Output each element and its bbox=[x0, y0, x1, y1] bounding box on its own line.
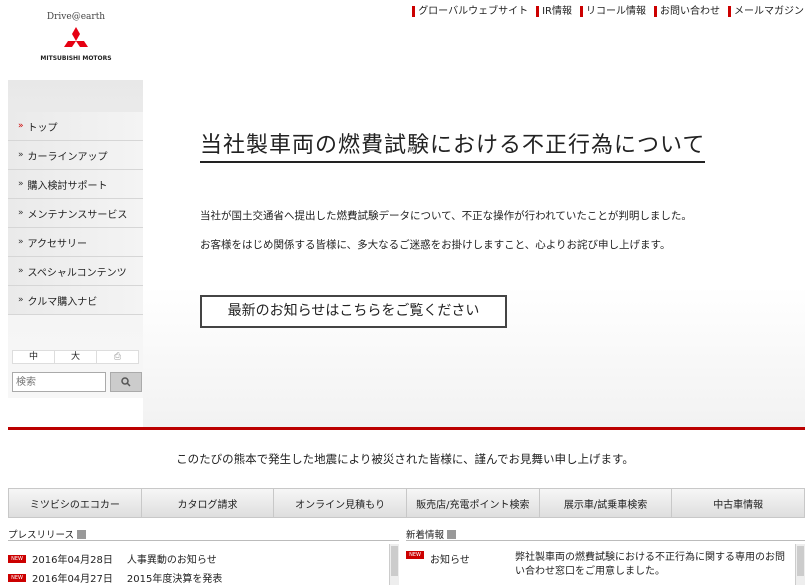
font-size-large-button[interactable]: 大 bbox=[55, 351, 97, 363]
chevron-right-icon: » bbox=[18, 150, 24, 160]
announcement-text-1: 当社が国土交通省へ提出した燃費試験データについて、不正な操作が行われていたことが… bbox=[200, 210, 692, 222]
topnav-ir[interactable]: IR情報 bbox=[536, 6, 572, 17]
sidebar-item-label: カーラインアップ bbox=[27, 151, 108, 163]
sidebar-item-lineup[interactable]: » カーラインアップ bbox=[8, 141, 143, 170]
press-date: 2016年04月27日 bbox=[32, 574, 113, 585]
three-diamonds-icon bbox=[64, 27, 88, 47]
tab-online-estimate[interactable]: オンライン見積もり bbox=[274, 489, 408, 517]
sidebar-item-top[interactable]: » トップ bbox=[8, 112, 143, 141]
news-row[interactable]: NEW お知らせ 弊社製車両の燃費試験における不正行為に関する専用のお問い合わせ… bbox=[406, 551, 785, 579]
sidebar-item-label: スペシャルコンテンツ bbox=[27, 267, 127, 279]
chevron-right-icon: » bbox=[18, 179, 24, 189]
latest-news-button[interactable]: 最新のお知らせはこちらをご覧ください bbox=[200, 295, 507, 328]
search-button[interactable] bbox=[110, 372, 142, 392]
sidebar-item-special[interactable]: » スペシャルコンテンツ bbox=[8, 257, 143, 286]
sidebar-item-label: クルマ購入ナビ bbox=[27, 296, 98, 308]
topnav-global-website[interactable]: グローバルウェブサイト bbox=[412, 6, 528, 17]
sidebar-item-label: トップ bbox=[27, 122, 58, 134]
rss-icon[interactable] bbox=[77, 529, 87, 539]
tab-dealer-search[interactable]: 販売店/充電ポイント検索 bbox=[407, 489, 540, 517]
chevron-right-icon: » bbox=[18, 237, 24, 247]
scrollbar-thumb[interactable] bbox=[391, 546, 398, 576]
chevron-right-icon: » bbox=[18, 266, 24, 276]
sidebar: » トップ » カーラインアップ » 購入検討サポート » メンテナンスサービス » アク… bbox=[8, 80, 143, 398]
news-text: 弊社製車両の燃費試験における不正行為に関する専用のお問い合わせ窓口をご用意しまし… bbox=[515, 552, 785, 577]
chevron-right-icon: » bbox=[18, 208, 24, 218]
sidebar-item-accessory[interactable]: » アクセサリー bbox=[8, 228, 143, 257]
sidebar-item-purchase-support[interactable]: » 購入検討サポート bbox=[8, 170, 143, 199]
press-text: 2015年度決算を発表 bbox=[126, 574, 223, 585]
print-icon[interactable]: ⎙ bbox=[97, 351, 138, 363]
divider bbox=[8, 540, 399, 541]
topnav-recall[interactable]: リコール情報 bbox=[580, 6, 646, 17]
logo-brand: MITSUBISHI MOTORS bbox=[40, 55, 112, 62]
font-size-medium-button[interactable]: 中 bbox=[13, 351, 55, 363]
scrollbar-thumb[interactable] bbox=[797, 546, 804, 576]
sidebar-item-label: 購入検討サポート bbox=[27, 180, 108, 192]
tab-eco-car[interactable]: ミツビシのエコカー bbox=[9, 489, 142, 517]
press-row[interactable]: NEW 2016年04月27日 2015年度決算を発表 bbox=[8, 570, 222, 585]
tab-used-car[interactable]: 中古車情報 bbox=[672, 489, 804, 517]
divider bbox=[8, 427, 805, 430]
divider bbox=[406, 540, 805, 541]
tab-catalog[interactable]: カタログ請求 bbox=[142, 489, 275, 517]
font-size-switcher: 中 大 ⎙ bbox=[12, 350, 139, 364]
logo-tagline: Drive@earth bbox=[46, 12, 106, 22]
news-scrollbar[interactable] bbox=[795, 544, 805, 585]
press-scrollbar[interactable] bbox=[389, 544, 399, 585]
topnav-mail-magazine[interactable]: メールマガジン bbox=[728, 6, 804, 17]
search-input[interactable] bbox=[12, 372, 106, 392]
news-title: 新着情報 bbox=[406, 530, 445, 541]
press-release-heading: プレスリリース bbox=[8, 527, 87, 541]
sidebar-item-maintenance[interactable]: » メンテナンスサービス bbox=[8, 199, 143, 228]
rss-icon[interactable] bbox=[447, 529, 457, 539]
press-release-title: プレスリリース bbox=[8, 530, 75, 541]
sidebar-item-label: メンテナンスサービス bbox=[27, 209, 128, 221]
new-badge: NEW bbox=[8, 554, 26, 563]
chevron-right-icon: » bbox=[18, 121, 24, 131]
press-row[interactable]: NEW 2016年04月28日 人事異動のお知らせ bbox=[8, 551, 217, 566]
tab-test-drive-search[interactable]: 展示車/試乗車検索 bbox=[540, 489, 673, 517]
hero-announcement: 当社製車両の燃費試験における不正行為について 当社が国土交通省へ提出した燃費試験… bbox=[143, 75, 805, 427]
service-tabs: ミツビシのエコカー カタログ請求 オンライン見積もり 販売店/充電ポイント検索 … bbox=[8, 488, 805, 518]
new-badge: NEW bbox=[8, 573, 26, 582]
press-text: 人事異動のお知らせ bbox=[126, 555, 217, 566]
announcement-text-2: お客様をはじめ関係する皆様に、多大なるご迷惑をお掛けしますこと、心よりお詫び申し… bbox=[200, 239, 671, 251]
search-icon bbox=[121, 377, 131, 387]
search-box bbox=[12, 372, 143, 392]
sidebar-item-label: アクセサリー bbox=[27, 238, 88, 250]
chevron-right-icon: » bbox=[18, 295, 24, 305]
condolence-message: このたびの熊本で発生した地震により被災された皆様に、謹んでお見舞い申し上げます。 bbox=[176, 452, 634, 466]
press-date: 2016年04月28日 bbox=[32, 555, 113, 566]
brand-logo[interactable]: Drive@earth MITSUBISHI MOTORS bbox=[34, 12, 118, 72]
topnav-contact[interactable]: お問い合わせ bbox=[654, 6, 720, 17]
announcement-title: 当社製車両の燃費試験における不正行為について bbox=[200, 127, 706, 163]
top-nav: グローバルウェブサイト IR情報 リコール情報 お問い合わせ メールマガジン bbox=[412, 6, 804, 17]
news-type: お知らせ bbox=[430, 555, 470, 566]
news-heading: 新着情報 bbox=[406, 527, 457, 541]
sidebar-item-car-navi[interactable]: » クルマ購入ナビ bbox=[8, 286, 143, 315]
new-badge: NEW bbox=[406, 551, 424, 559]
sidebar-menu: » トップ » カーラインアップ » 購入検討サポート » メンテナンスサービス » アク… bbox=[8, 112, 143, 315]
